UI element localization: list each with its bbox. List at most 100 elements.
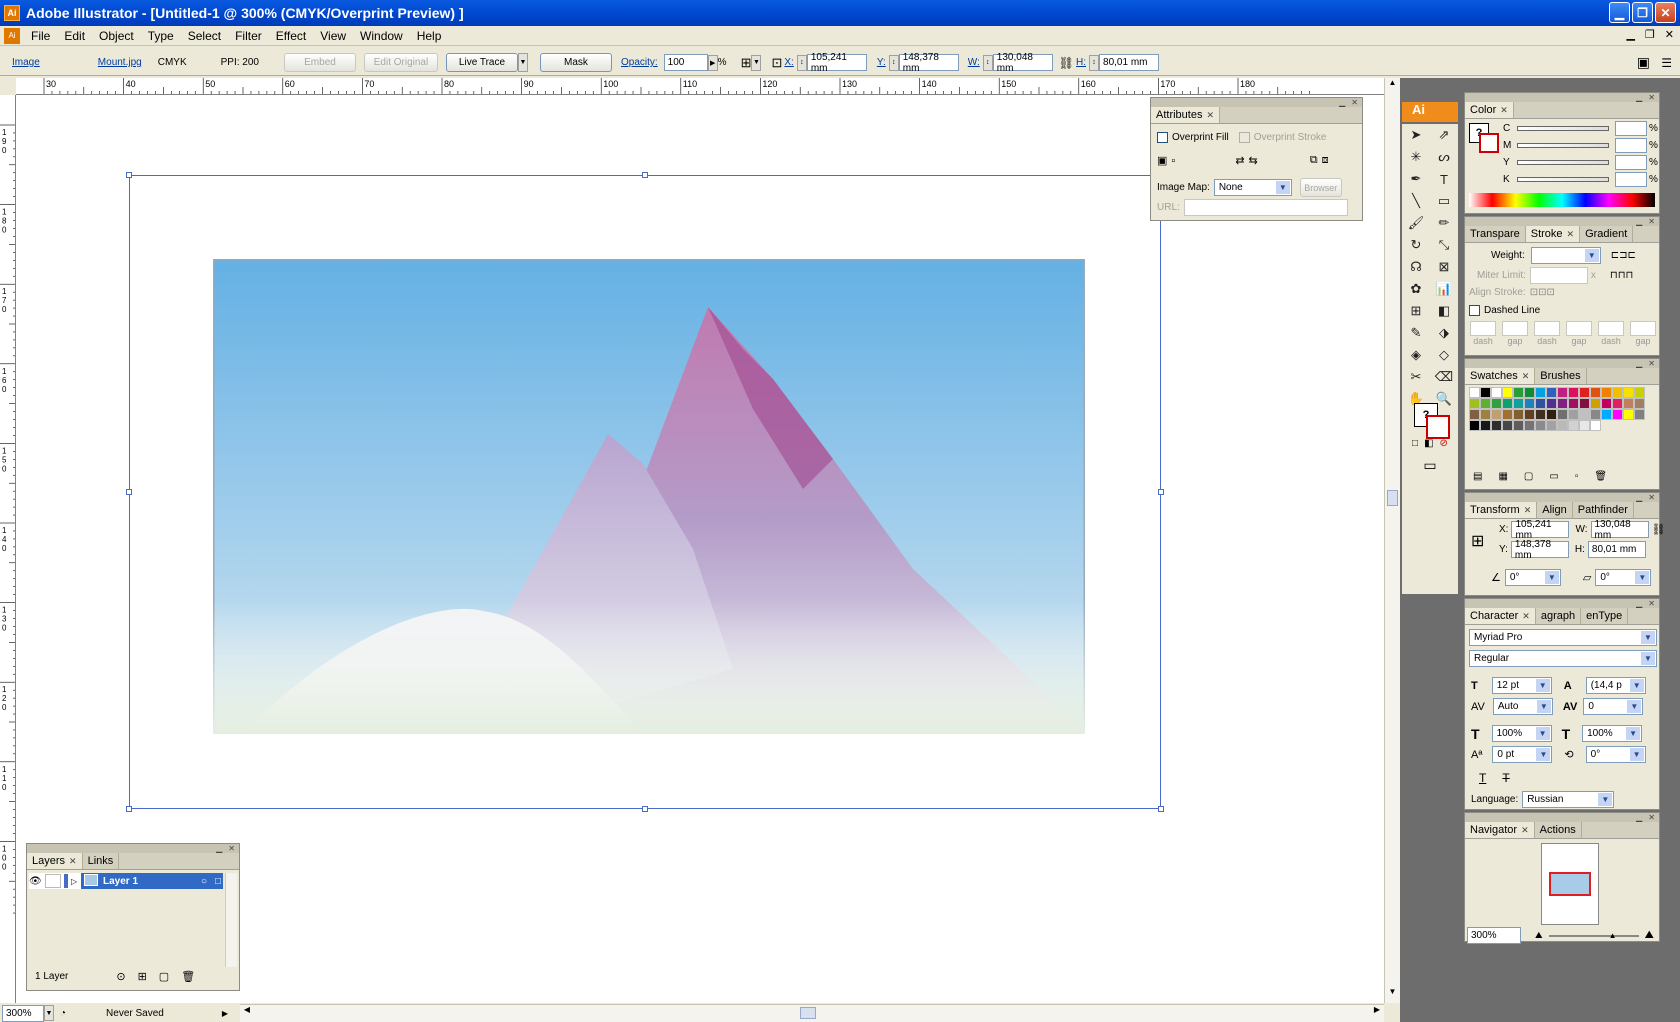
w-input[interactable]: 130,048 mm [992,52,1053,74]
panel-options-icon[interactable]: ▣ [1637,54,1650,71]
hide-center-icon[interactable]: ▫ [1171,155,1175,167]
color-swatch[interactable] [1513,387,1524,398]
language-select[interactable]: Russian [1522,791,1615,808]
tab-brushes[interactable]: Brushes [1535,368,1587,384]
color-swatch[interactable] [1535,398,1546,409]
zoom-slider[interactable]: ▲ [1548,931,1639,940]
mask-button[interactable]: Mask [539,53,612,72]
gray-swatch[interactable] [1513,420,1524,431]
tab-layers[interactable]: Layers ✕ [27,853,83,869]
lock-toggle[interactable] [45,874,61,888]
zoom-dropdown[interactable]: ▼ [44,1005,54,1021]
opacity-arrow[interactable]: ▶ [707,54,718,71]
color-swatch[interactable] [1623,398,1634,409]
opacity-input[interactable]: 100 [663,54,708,71]
evenodd-icon[interactable]: ⧈ [1322,154,1329,167]
dash-gap-input[interactable] [1630,321,1656,336]
gray-swatch[interactable] [1557,420,1568,431]
gray-swatch[interactable] [1491,420,1502,431]
cap-buttons-icon[interactable]: ⊏⊐⊏ [1611,250,1636,261]
color-swatch[interactable] [1480,387,1491,398]
panel-minimize-icon[interactable]: ▁ [1636,93,1642,102]
scale-tool-icon[interactable]: ⤡ [1433,234,1455,256]
screen-mode-icon[interactable]: ▭ [1423,457,1436,474]
weight-select[interactable] [1530,247,1601,264]
tab-attributes[interactable]: Attributes ✕ [1151,107,1221,123]
tab-links[interactable]: Links [83,853,120,869]
warp-tool-icon[interactable]: ☊ [1405,256,1427,278]
tab-color[interactable]: Color ✕ [1465,102,1514,118]
tab-opentype[interactable]: enType [1581,608,1629,624]
gray-swatch[interactable] [1480,420,1491,431]
gray-swatch[interactable] [1524,420,1535,431]
tab-paragraph[interactable]: agraph [1536,608,1582,624]
color-swatch[interactable] [1513,398,1524,409]
panel-close-icon[interactable]: ✕ [1648,493,1655,502]
status-menu-arrow[interactable]: ▶ [222,1009,228,1018]
color-swatch[interactable] [1590,409,1601,420]
color-swatch[interactable] [1491,398,1502,409]
color-swatch[interactable] [1557,409,1568,420]
channel-input[interactable] [1615,155,1647,170]
constrain-proportions-icon[interactable]: ⛓ [1652,523,1666,536]
menu-object[interactable]: Object [92,29,141,43]
color-swatch[interactable] [1535,387,1546,398]
browser-button[interactable]: Browser [1299,178,1342,197]
navigator-thumbnail[interactable] [1541,843,1599,925]
show-center-icon[interactable]: ▣ [1157,154,1167,167]
color-swatch[interactable] [1502,409,1513,420]
panel-minimize-icon[interactable]: ▁ [1636,599,1642,608]
color-swatch[interactable] [1557,387,1568,398]
gray-swatch[interactable] [1502,420,1513,431]
panel-close-icon[interactable]: ✕ [228,844,235,853]
selection-square-icon[interactable]: □ [215,876,221,887]
tab-actions[interactable]: Actions [1535,822,1582,838]
panel-close-icon[interactable]: ✕ [1351,98,1358,107]
panel-minimize-icon[interactable]: ▁ [1339,98,1345,107]
menu-view[interactable]: View [313,29,353,43]
x-label[interactable]: X: [784,57,793,68]
tf-h-input[interactable]: 80,01 mm [1587,541,1646,558]
stroke-swatch[interactable] [1426,415,1450,439]
underline-icon[interactable]: T [1479,771,1486,785]
selection-handle[interactable] [1158,806,1164,812]
control-menu-icon[interactable]: ☰ [1661,56,1672,70]
menu-filter[interactable]: Filter [228,29,269,43]
expand-triangle-icon[interactable]: ▷ [71,877,81,886]
reverse-path-icon[interactable]: ⇄ [1235,154,1244,167]
color-swatch[interactable] [1612,409,1623,420]
panel-close-icon[interactable]: ✕ [1648,93,1655,102]
selection-handle[interactable] [126,489,132,495]
target-icon[interactable]: ○ [201,876,207,887]
vertical-scrollbar[interactable]: ▲ ▼ [1384,78,1400,1003]
panel-minimize-icon[interactable]: ▁ [216,844,222,853]
panel-minimize-icon[interactable]: ▁ [1636,493,1642,502]
menu-edit[interactable]: Edit [57,29,92,43]
live-trace-button[interactable]: Live Trace [445,53,518,72]
vertical-scroll-thumb[interactable] [1387,490,1398,506]
horizontal-ruler[interactable]: 30 40 50 60 70 80 90 100 110 120 130 140 150 160 170 18… [16,78,1388,95]
image-kind-link[interactable]: Image [12,57,40,68]
menu-select[interactable]: Select [181,29,228,43]
ref-dropdown[interactable]: ▼ [751,54,762,71]
live-paint-bucket-tool-icon[interactable]: ◈ [1405,344,1427,366]
strikethrough-icon[interactable]: T [1502,771,1509,785]
dash-gap-input[interactable] [1534,321,1560,336]
tab-stroke[interactable]: Stroke ✕ [1525,226,1581,242]
scroll-left-arrow[interactable]: ◀ [240,1005,254,1014]
minimize-button[interactable]: ▁ [1609,2,1630,23]
vertical-scale-select[interactable]: 100% [1491,725,1552,742]
rectangle-tool-icon[interactable]: ▭ [1433,190,1455,212]
menu-effect[interactable]: Effect [269,29,313,43]
color-swatch[interactable] [1568,409,1579,420]
selection-handle[interactable] [1158,489,1164,495]
doc-close-button[interactable]: ✕ [1665,28,1674,41]
kerning-select[interactable]: Auto [1492,698,1553,715]
font-style-select[interactable]: Regular [1469,650,1657,667]
baseline-shift-select[interactable]: 0 pt [1492,746,1553,763]
color-swatch[interactable] [1557,398,1568,409]
reverse-path2-icon[interactable]: ⇆ [1249,154,1258,167]
selection-handle[interactable] [126,172,132,178]
color-fill-stroke-widget[interactable]: ? [1469,123,1499,153]
horizontal-scrollbar[interactable]: ◀ ▶ [240,1004,1384,1022]
